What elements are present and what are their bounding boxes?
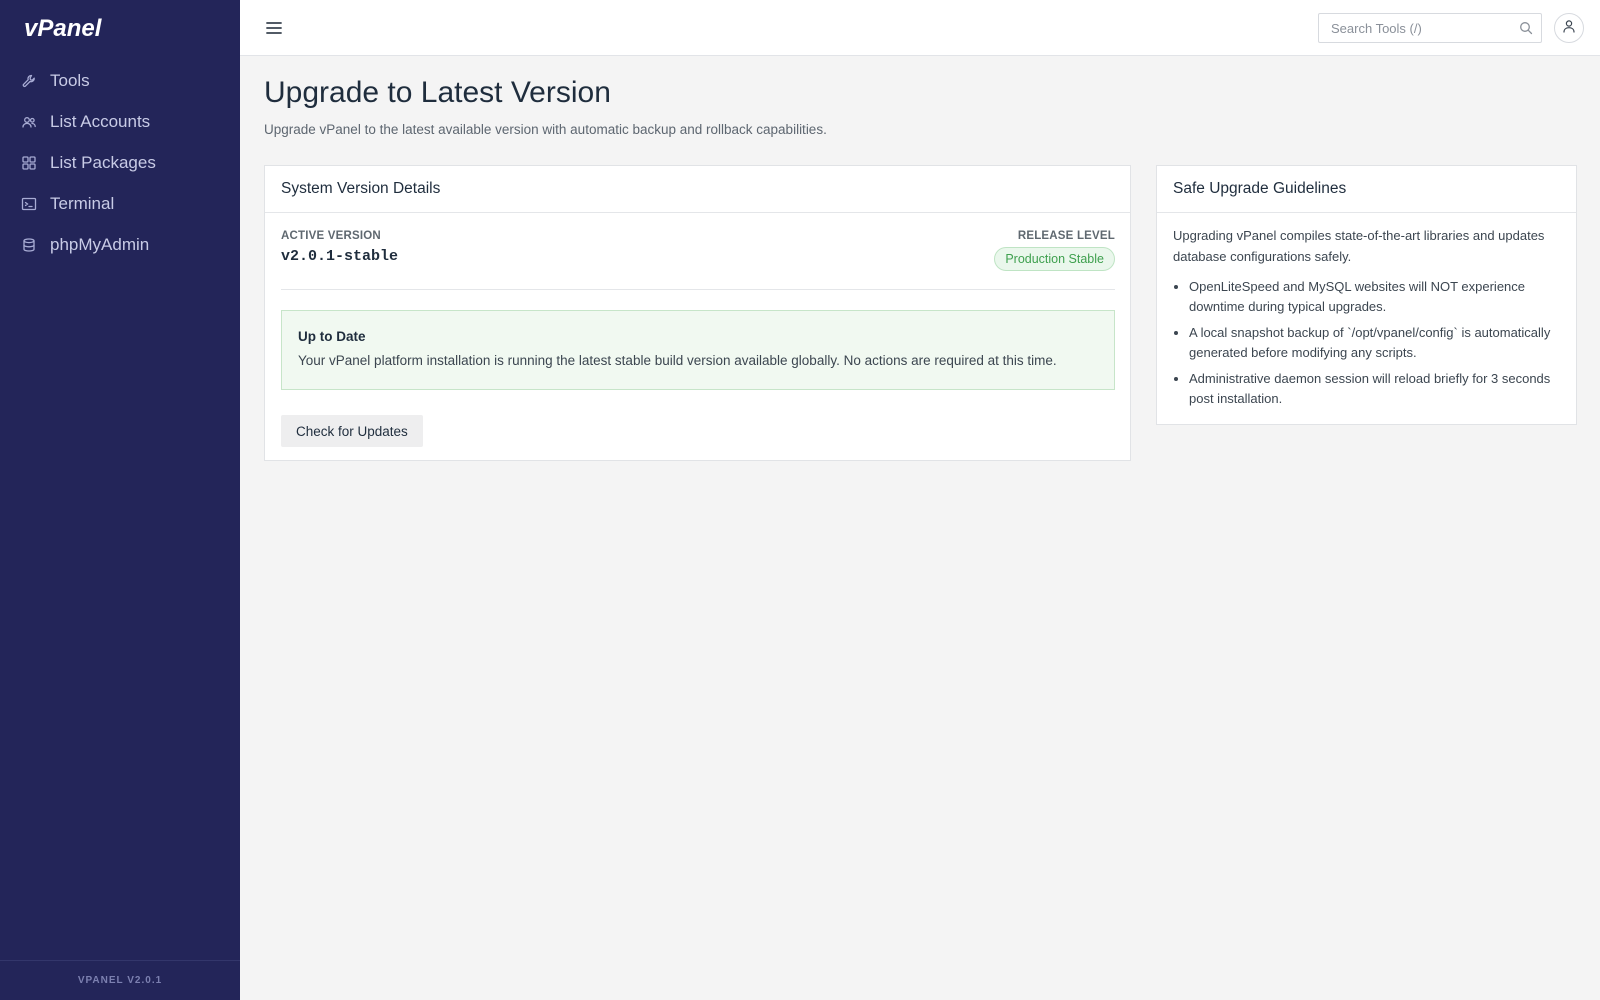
sidebar-item-label: List Packages bbox=[50, 152, 156, 172]
sidebar-item-tools[interactable]: Tools bbox=[0, 60, 240, 101]
release-level: RELEASE LEVEL Production Stable bbox=[994, 230, 1115, 271]
sidebar-item-label: phpMyAdmin bbox=[50, 234, 150, 254]
status-badge: Production Stable bbox=[994, 247, 1115, 271]
page-subtitle: Upgrade vPanel to the latest available v… bbox=[264, 122, 827, 137]
active-version: ACTIVE VERSION v2.0.1-stable bbox=[281, 230, 398, 265]
sidebar-item-label: List Accounts bbox=[50, 111, 151, 131]
version-row: ACTIVE VERSION v2.0.1-stable RELEASE LEV… bbox=[281, 230, 1115, 290]
user-menu-button[interactable] bbox=[1554, 13, 1584, 43]
check-for-updates-button[interactable]: Check for Updates bbox=[281, 415, 423, 447]
database-icon bbox=[20, 236, 38, 254]
guidelines-body: Upgrading vPanel compiles state-of-the-a… bbox=[1157, 213, 1576, 409]
guidelines-card: Safe Upgrade Guidelines Upgrading vPanel… bbox=[1156, 165, 1577, 425]
list-item: Administrative daemon session will reloa… bbox=[1189, 369, 1560, 409]
card-header: Safe Upgrade Guidelines bbox=[1157, 166, 1576, 213]
up-to-date-alert: Up to Date Your vPanel platform installa… bbox=[281, 310, 1115, 390]
page-title: Upgrade to Latest Version bbox=[264, 76, 611, 109]
sidebar-item-list-packages[interactable]: List Packages bbox=[0, 142, 240, 183]
system-version-card: System Version Details ACTIVE VERSION v2… bbox=[264, 165, 1131, 461]
search-box bbox=[1318, 13, 1542, 43]
sidebar-item-list-accounts[interactable]: List Accounts bbox=[0, 101, 240, 142]
sidebar-nav: Tools List Accounts List Packages Termin… bbox=[0, 60, 240, 265]
release-level-label: RELEASE LEVEL bbox=[1017, 230, 1115, 242]
sidebar-item-terminal[interactable]: Terminal bbox=[0, 183, 240, 224]
active-version-value: v2.0.1-stable bbox=[281, 248, 399, 265]
guidelines-list: OpenLiteSpeed and MySQL websites will NO… bbox=[1173, 277, 1560, 409]
hamburger-icon[interactable] bbox=[264, 18, 284, 38]
alert-body: Your vPanel platform installation is run… bbox=[298, 353, 1057, 368]
users-icon bbox=[20, 113, 38, 131]
sidebar-footer-version: VPANEL V2.0.1 bbox=[0, 960, 240, 1000]
active-version-label: ACTIVE VERSION bbox=[281, 230, 381, 242]
sidebar-item-phpmyadmin[interactable]: phpMyAdmin bbox=[0, 224, 240, 265]
search-icon[interactable] bbox=[1519, 21, 1533, 35]
user-icon bbox=[1562, 19, 1576, 38]
sidebar: vPanel Tools List Accounts List Packages… bbox=[0, 0, 240, 1000]
grid-icon bbox=[20, 154, 38, 172]
list-item: OpenLiteSpeed and MySQL websites will NO… bbox=[1189, 277, 1560, 317]
sidebar-item-label: Terminal bbox=[50, 193, 115, 213]
topbar bbox=[240, 0, 1600, 56]
card-header: System Version Details bbox=[265, 166, 1130, 213]
guidelines-intro: Upgrading vPanel compiles state-of-the-a… bbox=[1173, 228, 1545, 264]
list-item: A local snapshot backup of `/opt/vpanel/… bbox=[1189, 323, 1560, 363]
vpanel-logo[interactable]: vPanel bbox=[24, 12, 124, 44]
terminal-icon bbox=[20, 195, 38, 213]
svg-text:vPanel: vPanel bbox=[24, 15, 103, 42]
sidebar-item-label: Tools bbox=[50, 70, 90, 90]
wrench-icon bbox=[20, 72, 38, 90]
alert-title: Up to Date bbox=[298, 329, 366, 344]
search-input[interactable] bbox=[1319, 14, 1509, 42]
